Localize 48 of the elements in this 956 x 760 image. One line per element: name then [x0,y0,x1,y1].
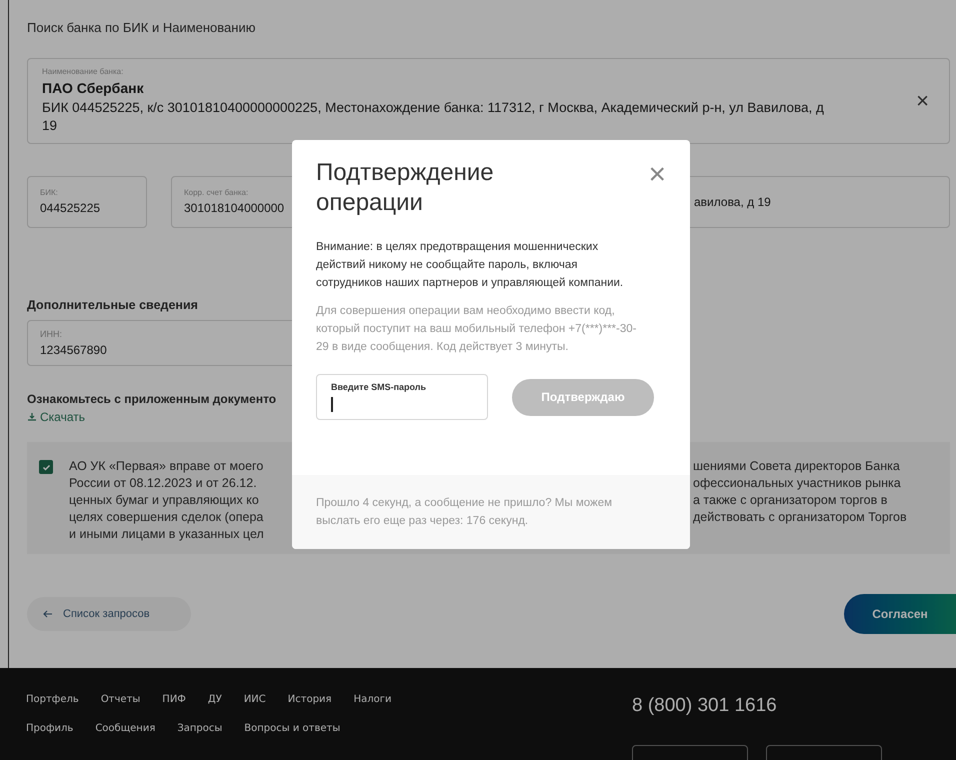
field-value: 301018104000000 [184,200,284,216]
consent-text: целях совершения сделок (опера [69,509,264,526]
section-title: Дополнительные сведения [27,296,198,314]
field-label: БИК: [40,186,58,198]
bank-name: ПАО Сбербанк [42,79,144,98]
clear-button[interactable]: × [916,90,929,112]
footer-link[interactable]: Профиль [26,721,74,736]
footer-link[interactable]: ИИС [244,692,266,707]
field-label: Наименование банка: [42,66,124,78]
footer-link[interactable]: Налоги [354,692,392,707]
back-button[interactable]: Список запросов [27,597,191,632]
consent-text: шениями Совета директоров Банка [693,458,900,476]
consent-text: АО УК «Первая» вправе от моего [69,458,264,476]
sms-code-field[interactable]: Введите SMS-пароль [316,374,488,420]
field-label: Корр. счет банка: [184,186,248,198]
checkbox[interactable] [39,460,53,474]
field-value: 1234567890 [40,342,107,359]
text-cursor [331,397,332,412]
arrow-left-icon [43,610,53,618]
section-title: Ознакомьтесь с приложенным документо [27,391,276,408]
consent-text: а также с организатором торгов в [693,492,888,510]
consent-text: ценных бумаг и управляющих ко [69,492,259,510]
text-field[interactable]: БИК: 044525225 [27,176,147,228]
consent-text: действовать с организатором Торгов [693,509,907,526]
warning-text: Внимание: в целях предотвращения мошеннических действий никому не сообщайте пароль, включая сотрудников наших партнеров и управляющей компании. [316,240,624,291]
field-label: ИНН: [40,328,62,340]
footer-link[interactable]: Отчеты [100,692,140,707]
resend-text: Прошло 4 секунд, а сообщение не пришло? Мы можем выслать его еще раз через: 176 секунд. [316,496,614,529]
consent-text: офессиональных участников рынка [693,475,901,492]
checkmark-icon [42,462,50,472]
footer-link[interactable]: ДУ [208,692,222,707]
footer-link[interactable]: Портфель [26,692,79,707]
download-link[interactable]: Скачать [27,408,85,426]
footer-link[interactable]: Сообщения [95,721,156,736]
consent-text: России от 08.12.2023 и от 26.12. [69,475,257,492]
footer-link[interactable]: ПИФ [162,692,186,707]
close-button[interactable]: × [648,160,666,190]
bank-details: БИК 044525225, к/с 30101810400000000225, Местонахождение банка: 117312, г Москва, Академический р-н, ул Вавилова, д 19 [42,99,825,135]
agree-button[interactable]: Согласен [844,594,956,634]
footer-link[interactable]: История [288,692,332,707]
phone-number: 8 (800) 301 1616 [632,694,777,718]
download-icon [27,412,37,422]
footer-link[interactable]: Вопросы и ответы [244,721,340,736]
field-value: 044525225 [40,200,100,216]
section-title: Поиск банка по БИК и Наименованию [27,19,256,37]
footer-link[interactable]: Запросы [177,721,222,736]
field-value: авилова, д 19 [694,194,771,210]
consent-text: и иными лицами в указанных цел [69,526,264,544]
